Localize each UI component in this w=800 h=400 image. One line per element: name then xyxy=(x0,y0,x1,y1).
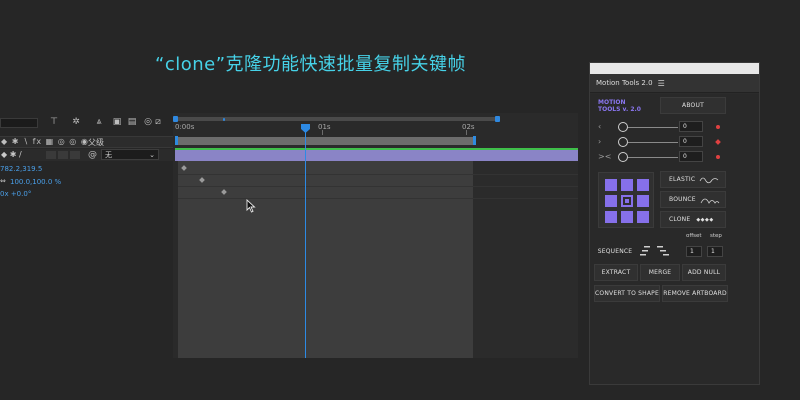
ruler-label: 0:00s xyxy=(175,123,195,131)
convert-to-shape-button[interactable]: CONVERT TO SHAPE xyxy=(594,285,660,302)
easing-out-row: › 0 xyxy=(598,136,753,148)
timecode-field[interactable] xyxy=(0,118,38,128)
property-row-divider xyxy=(178,174,578,175)
logo-line: MOTION xyxy=(598,99,626,106)
ruler-tick xyxy=(322,130,323,135)
sequence-button[interactable]: SEQUENCE xyxy=(593,243,637,260)
shy-layers-icon[interactable]: ▣ xyxy=(111,116,123,128)
chevron-left-icon: ‹ xyxy=(598,122,602,131)
anchor-middle-right[interactable] xyxy=(637,195,649,207)
bounce-arc-icon xyxy=(700,198,720,204)
work-area-start[interactable] xyxy=(175,136,178,145)
mouse-cursor-icon xyxy=(246,199,256,213)
property-row-divider xyxy=(178,186,578,187)
sequence-forward-icon[interactable] xyxy=(640,246,654,257)
ruler-label: 02s xyxy=(462,123,475,131)
anchor-top-right[interactable] xyxy=(637,179,649,191)
compress-icon: >< xyxy=(598,152,612,161)
easing-in-input[interactable]: 0 xyxy=(679,121,703,132)
bounce-button[interactable]: BOUNCE xyxy=(660,191,726,208)
chevron-right-icon: › xyxy=(598,137,602,146)
add-null-button[interactable]: ADD NULL xyxy=(682,264,726,281)
parent-column-label: 父级 xyxy=(88,138,104,147)
navigator-start-handle[interactable] xyxy=(173,116,178,122)
bounce-label: BOUNCE xyxy=(669,196,696,203)
step-label: step xyxy=(710,233,722,239)
anchor-center[interactable] xyxy=(621,195,633,207)
parent-dropdown[interactable]: 无 ⌄ xyxy=(101,149,159,160)
layer-switch-box[interactable] xyxy=(58,151,68,159)
headline: “clone”克隆功能快速批量复制关键帧 xyxy=(155,54,467,75)
easing-both-row: >< 0 xyxy=(598,151,753,163)
layer-switch-box[interactable] xyxy=(46,151,56,159)
graph-editor-icon[interactable]: ⧄ xyxy=(152,116,164,128)
remove-artboard-button[interactable]: REMOVE ARTBOARD xyxy=(662,285,728,302)
comp-flowchart-icon[interactable]: ✲ xyxy=(70,116,82,128)
navigator-end-handle[interactable] xyxy=(495,116,500,122)
clone-label: CLONE xyxy=(669,216,691,223)
offset-label: offset xyxy=(686,233,702,239)
elastic-button[interactable]: ELASTIC xyxy=(660,171,726,188)
ruler-tick xyxy=(466,130,467,135)
about-button[interactable]: ABOUT xyxy=(660,97,726,114)
beyond-work-area xyxy=(473,161,578,358)
keyframe-diamond-icon[interactable] xyxy=(715,139,721,145)
anchor-middle-left[interactable] xyxy=(605,195,617,207)
panel-title[interactable]: Motion Tools 2.0 xyxy=(596,79,653,87)
motion-tools-logo: MOTION TOOLS v. 2.0 xyxy=(598,99,641,113)
slider-knob[interactable] xyxy=(618,122,628,132)
rotation-value[interactable]: 0x +0.0° xyxy=(0,190,31,198)
anchor-top-left[interactable] xyxy=(605,179,617,191)
anchor-point-grid xyxy=(598,172,654,228)
column-switches: ◆ ✱ ∖ fx ▦ ◎ ◎ ◉ xyxy=(1,137,89,146)
slider-knob[interactable] xyxy=(618,137,628,147)
pick-whip-icon[interactable]: @ xyxy=(88,150,97,160)
keyframe-dot-icon[interactable] xyxy=(716,125,720,129)
playhead-line[interactable] xyxy=(305,127,306,358)
step-input[interactable]: 1 xyxy=(707,246,723,257)
scale-value[interactable]: 100.0,100.0 % xyxy=(10,178,61,186)
chevron-down-icon: ⌄ xyxy=(149,150,155,159)
slider-knob[interactable] xyxy=(618,152,628,162)
anchor-bottom-right[interactable] xyxy=(637,211,649,223)
keyframe-dot-icon[interactable] xyxy=(716,155,720,159)
clone-button[interactable]: CLONE ◆◆◆◆ xyxy=(660,211,726,228)
extract-button[interactable]: EXTRACT xyxy=(594,264,638,281)
logo-line: TOOLS v. 2.0 xyxy=(598,106,641,113)
panel-menu-icon[interactable]: ☰ xyxy=(658,79,665,88)
ruler-label: 01s xyxy=(318,123,331,131)
panel-header: Motion Tools 2.0 ☰ xyxy=(590,74,759,93)
link-icon[interactable]: ⇔ xyxy=(0,177,6,185)
easing-in-row: ‹ 0 xyxy=(598,121,753,133)
layer-switches[interactable]: ◆ ✱ / xyxy=(1,150,22,159)
anchor-bottom-left[interactable] xyxy=(605,211,617,223)
slider-track[interactable] xyxy=(628,157,678,158)
offset-input[interactable]: 1 xyxy=(686,246,702,257)
work-area-bar[interactable] xyxy=(178,137,475,145)
anchor-bottom-center[interactable] xyxy=(621,211,633,223)
frame-blending-icon[interactable]: ▤ xyxy=(126,116,138,128)
panel-body: MOTION TOOLS v. 2.0 ABOUT ‹ 0 › 0 >< 0 E… xyxy=(590,94,759,384)
layer-switch-box[interactable] xyxy=(70,151,80,159)
clone-keyframes-icon: ◆◆◆◆ xyxy=(696,216,714,223)
parent-dropdown-value: 无 xyxy=(105,150,112,159)
sequence-reverse-icon[interactable] xyxy=(657,246,671,257)
navigator-marker xyxy=(223,118,225,121)
position-value[interactable]: 782.2,319.5 xyxy=(0,165,42,173)
elastic-label: ELASTIC xyxy=(669,176,696,183)
work-area-end[interactable] xyxy=(473,136,476,145)
merge-button[interactable]: MERGE xyxy=(640,264,680,281)
layer-duration-bar[interactable] xyxy=(175,148,578,161)
motion-tools-window: Motion Tools 2.0 ☰ MOTION TOOLS v. 2.0 A… xyxy=(589,62,760,385)
draft-3d-icon[interactable]: ⩓ xyxy=(93,116,105,128)
slider-track[interactable] xyxy=(628,127,678,128)
easing-both-input[interactable]: 0 xyxy=(679,151,703,162)
slider-track[interactable] xyxy=(628,142,678,143)
easing-out-input[interactable]: 0 xyxy=(679,136,703,147)
elastic-wave-icon xyxy=(699,177,719,183)
property-row-divider xyxy=(178,198,578,199)
anchor-top-center[interactable] xyxy=(621,179,633,191)
window-titlebar[interactable] xyxy=(590,63,759,74)
search-options-icon[interactable]: ⊤ xyxy=(48,116,60,128)
